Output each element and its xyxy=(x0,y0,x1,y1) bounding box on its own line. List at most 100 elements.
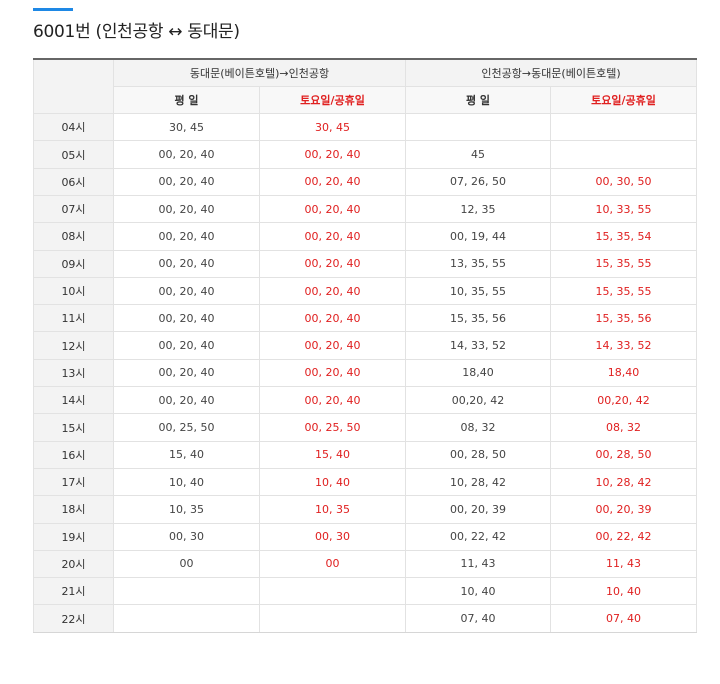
cell-to-airport-weekday: 30, 45 xyxy=(113,113,260,142)
cell-from-airport-weekend: 15, 35, 54 xyxy=(550,222,697,251)
cell-from-airport-weekday: 00, 22, 42 xyxy=(405,522,551,551)
cell-to-airport-weekday: 00, 20, 40 xyxy=(113,304,260,333)
cell-from-airport-weekend: 10, 33, 55 xyxy=(550,194,697,224)
table-row: 05시 00, 20, 40 00, 20, 40 45 xyxy=(33,140,697,169)
group-header-from-airport: 인천공항→동대문(베이튼호텔) xyxy=(405,57,697,87)
cell-to-airport-weekend: 15, 40 xyxy=(259,440,406,469)
table-row: 15시 00, 25, 50 00, 25, 50 08, 32 08, 32 xyxy=(33,413,697,442)
table-row: 20시 00 00 11, 43 11, 43 xyxy=(33,549,697,579)
cell-to-airport-weekday: 00, 20, 40 xyxy=(113,222,260,251)
cell-from-airport-weekday: 45 xyxy=(405,140,551,169)
cell-to-airport-weekend: 30, 45 xyxy=(259,113,406,142)
title-accent-bar xyxy=(33,8,73,11)
cell-from-airport-weekend: 10, 28, 42 xyxy=(550,467,697,497)
cell-to-airport-weekend: 00, 20, 40 xyxy=(259,331,406,360)
cell-to-airport-weekend: 00, 25, 50 xyxy=(259,413,406,442)
cell-from-airport-weekday: 07, 26, 50 xyxy=(405,167,551,196)
cell-to-airport-weekday: 00, 20, 40 xyxy=(113,167,260,196)
cell-from-airport-weekday: 00,20, 42 xyxy=(405,386,551,415)
hour-column-header xyxy=(33,58,114,115)
cell-to-airport-weekday xyxy=(113,604,260,633)
cell-from-airport-weekday: 14, 33, 52 xyxy=(405,331,551,360)
cell-from-airport-weekday: 11, 43 xyxy=(405,549,551,579)
cell-to-airport-weekend xyxy=(259,604,406,633)
subheader-weekend: 토요일/공휴일 xyxy=(550,85,697,115)
hour-cell: 12시 xyxy=(33,331,114,360)
cell-to-airport-weekday: 00, 30 xyxy=(113,522,260,551)
cell-to-airport-weekday: 00, 20, 40 xyxy=(113,358,260,388)
cell-from-airport-weekday: 18,40 xyxy=(405,358,551,388)
table-row: 08시 00, 20, 40 00, 20, 40 00, 19, 44 15, 35,… xyxy=(33,222,697,251)
cell-from-airport-weekday: 00, 19, 44 xyxy=(405,222,551,251)
cell-from-airport-weekend: 00, 20, 39 xyxy=(550,495,697,524)
cell-to-airport-weekend: 00, 20, 40 xyxy=(259,222,406,251)
table-row: 13시 00, 20, 40 00, 20, 40 18,40 18,40 xyxy=(33,358,697,388)
hour-cell: 19시 xyxy=(33,522,114,551)
subheader-weekend: 토요일/공휴일 xyxy=(259,85,406,115)
table-row: 21시 10, 40 10, 40 xyxy=(33,577,697,606)
hour-cell: 17시 xyxy=(33,467,114,497)
cell-to-airport-weekday: 00, 20, 40 xyxy=(113,194,260,224)
cell-to-airport-weekday: 10, 40 xyxy=(113,467,260,497)
cell-to-airport-weekday: 10, 35 xyxy=(113,495,260,524)
table-row: 04시 30, 45 30, 45 xyxy=(33,113,697,142)
cell-to-airport-weekend: 00 xyxy=(259,549,406,579)
cell-from-airport-weekend: 07, 40 xyxy=(550,604,697,633)
table-row: 12시 00, 20, 40 00, 20, 40 14, 33, 52 14, 33,… xyxy=(33,331,697,360)
cell-from-airport-weekend: 00, 28, 50 xyxy=(550,440,697,469)
cell-to-airport-weekday: 00, 20, 40 xyxy=(113,331,260,360)
hour-cell: 16시 xyxy=(33,440,114,469)
cell-to-airport-weekday xyxy=(113,577,260,606)
hour-cell: 13시 xyxy=(33,358,114,388)
cell-from-airport-weekday: 13, 35, 55 xyxy=(405,249,551,278)
cell-from-airport-weekend: 00, 22, 42 xyxy=(550,522,697,551)
table-row: 10시 00, 20, 40 00, 20, 40 10, 35, 55 15, 35,… xyxy=(33,276,697,306)
hour-cell: 07시 xyxy=(33,194,114,224)
table-row: 06시 00, 20, 40 00, 20, 40 07, 26, 50 00, 30,… xyxy=(33,167,697,196)
cell-to-airport-weekend: 00, 20, 40 xyxy=(259,194,406,224)
hour-cell: 14시 xyxy=(33,386,114,415)
hour-cell: 15시 xyxy=(33,413,114,442)
group-header-to-airport: 동대문(베이튼호텔)→인천공항 xyxy=(113,57,406,87)
hour-cell: 06시 xyxy=(33,167,114,196)
cell-from-airport-weekend xyxy=(550,140,697,169)
page: 6001번 (인천공항 ↔ 동대문) 동대문(베이튼호텔)→인천공항 인천공항→… xyxy=(0,0,720,684)
cell-from-airport-weekday: 10, 28, 42 xyxy=(405,467,551,497)
cell-to-airport-weekday: 00 xyxy=(113,549,260,579)
cell-to-airport-weekday: 00, 20, 40 xyxy=(113,386,260,415)
cell-from-airport-weekday: 15, 35, 56 xyxy=(405,304,551,333)
cell-to-airport-weekend: 00, 20, 40 xyxy=(259,386,406,415)
cell-from-airport-weekday: 07, 40 xyxy=(405,604,551,633)
cell-to-airport-weekday: 00, 20, 40 xyxy=(113,276,260,306)
cell-from-airport-weekend: 15, 35, 55 xyxy=(550,249,697,278)
cell-to-airport-weekend: 10, 40 xyxy=(259,467,406,497)
cell-to-airport-weekend: 00, 20, 40 xyxy=(259,249,406,278)
subheader-weekday: 평 일 xyxy=(113,85,260,115)
table-row: 17시 10, 40 10, 40 10, 28, 42 10, 28, 42 xyxy=(33,467,697,497)
cell-from-airport-weekday: 10, 35, 55 xyxy=(405,276,551,306)
hour-cell: 21시 xyxy=(33,577,114,606)
cell-to-airport-weekend: 00, 20, 40 xyxy=(259,276,406,306)
table-row: 09시 00, 20, 40 00, 20, 40 13, 35, 55 15, 35,… xyxy=(33,249,697,278)
table-row: 19시 00, 30 00, 30 00, 22, 42 00, 22, 42 xyxy=(33,522,697,551)
cell-to-airport-weekend: 00, 20, 40 xyxy=(259,140,406,169)
hour-cell: 05시 xyxy=(33,140,114,169)
subheader-weekday: 평 일 xyxy=(405,85,551,115)
cell-from-airport-weekend: 15, 35, 56 xyxy=(550,304,697,333)
table-row: 07시 00, 20, 40 00, 20, 40 12, 35 10, 33, 55 xyxy=(33,194,697,224)
hour-cell: 08시 xyxy=(33,222,114,251)
cell-to-airport-weekday: 00, 20, 40 xyxy=(113,249,260,278)
hour-cell: 22시 xyxy=(33,604,114,633)
cell-from-airport-weekend: 08, 32 xyxy=(550,413,697,442)
cell-to-airport-weekday: 00, 20, 40 xyxy=(113,140,260,169)
table-row: 14시 00, 20, 40 00, 20, 40 00,20, 42 00,20, 4… xyxy=(33,386,697,415)
hour-cell: 18시 xyxy=(33,495,114,524)
cell-from-airport-weekend xyxy=(550,113,697,142)
cell-from-airport-weekend: 10, 40 xyxy=(550,577,697,606)
cell-to-airport-weekend: 00, 20, 40 xyxy=(259,358,406,388)
cell-from-airport-weekday: 12, 35 xyxy=(405,194,551,224)
cell-to-airport-weekend xyxy=(259,577,406,606)
cell-from-airport-weekday: 00, 20, 39 xyxy=(405,495,551,524)
cell-from-airport-weekday xyxy=(405,113,551,142)
table-row: 22시 07, 40 07, 40 xyxy=(33,604,697,633)
